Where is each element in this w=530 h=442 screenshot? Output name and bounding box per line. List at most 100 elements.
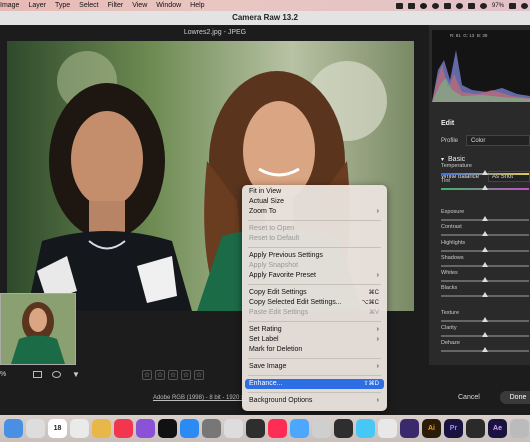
clock-icon[interactable]: [479, 2, 487, 9]
star-icon[interactable]: ☆: [155, 370, 165, 380]
messenger-icon[interactable]: [290, 419, 309, 438]
slider-knob[interactable]: [482, 231, 488, 236]
slider-knob[interactable]: [482, 262, 488, 267]
slider-tint[interactable]: Tint: [441, 178, 529, 192]
done-button[interactable]: Done: [500, 391, 530, 404]
slider-knob[interactable]: [482, 247, 488, 252]
premiere-icon[interactable]: Pr: [444, 419, 463, 438]
illustrator-icon[interactable]: Ai: [422, 419, 441, 438]
telegram-icon[interactable]: [356, 419, 375, 438]
activity-monitor-icon[interactable]: [334, 419, 353, 438]
thumbnail-image: [1, 294, 75, 364]
compare-icon[interactable]: [52, 371, 61, 378]
star-rating[interactable]: ☆ ☆ ☆ ☆ ☆: [142, 370, 204, 380]
slider-knob[interactable]: [482, 317, 488, 322]
menu-set-rating[interactable]: Set Rating ›: [242, 325, 387, 335]
app-store-icon[interactable]: [180, 419, 199, 438]
menu-save-image[interactable]: Save Image ›: [242, 362, 387, 372]
tv-icon[interactable]: [158, 419, 177, 438]
slider-label: Exposure: [441, 209, 465, 215]
slider-exposure[interactable]: Exposure: [441, 209, 529, 223]
filmstrip-thumbnail[interactable]: [0, 293, 76, 365]
photos-icon[interactable]: [92, 419, 111, 438]
star-icon[interactable]: ☆: [194, 370, 204, 380]
whatsapp-icon[interactable]: [419, 2, 427, 9]
contacts-icon[interactable]: [70, 419, 89, 438]
menu-type[interactable]: Type: [55, 2, 70, 9]
photoshop-icon[interactable]: [400, 419, 419, 438]
spotify-icon[interactable]: [268, 419, 287, 438]
menu-select[interactable]: Select: [79, 2, 98, 9]
star-icon[interactable]: ☆: [168, 370, 178, 380]
slider-label: Tint: [441, 178, 450, 184]
menu-enhance[interactable]: Enhance... ⇧⌘D: [245, 379, 384, 389]
battery-icon[interactable]: [509, 2, 516, 9]
slider-knob[interactable]: [482, 216, 488, 221]
system-preferences-icon[interactable]: [202, 419, 221, 438]
slider-dehaze[interactable]: Dehaze: [441, 340, 529, 354]
finder-icon[interactable]: [4, 419, 23, 438]
slider-knob[interactable]: [482, 347, 488, 352]
steam-icon[interactable]: [246, 419, 265, 438]
slider-texture[interactable]: Texture: [441, 310, 529, 324]
calendar-icon[interactable]: 18: [48, 419, 67, 438]
slider-temperature[interactable]: Temperature: [441, 163, 529, 177]
menu-filter[interactable]: Filter: [108, 2, 124, 9]
menu-reset-to-open: Reset to Open: [242, 224, 387, 234]
terminal-icon[interactable]: [312, 419, 331, 438]
cancel-button[interactable]: Cancel: [458, 394, 480, 401]
music-icon[interactable]: [114, 419, 133, 438]
star-icon[interactable]: ☆: [181, 370, 191, 380]
slider-whites[interactable]: Whites: [441, 270, 529, 284]
slider-label: Shadows: [441, 255, 464, 261]
notes-icon[interactable]: [378, 419, 397, 438]
slider-shadows[interactable]: Shadows: [441, 255, 529, 269]
podcasts-icon[interactable]: [136, 419, 155, 438]
menu-apply-favorite-preset[interactable]: Apply Favorite Preset ›: [242, 271, 387, 281]
slider-blacks[interactable]: Blacks: [441, 285, 529, 299]
grid-icon[interactable]: [443, 2, 451, 9]
zoom-level[interactable]: %: [0, 371, 6, 378]
basic-section-header[interactable]: ▾ Basic: [441, 156, 465, 163]
profile-select[interactable]: Color: [466, 135, 530, 146]
menu-zoom-to[interactable]: Zoom To ›: [242, 207, 387, 217]
menu-apply-previous-settings[interactable]: Apply Previous Settings: [242, 251, 387, 261]
menu-actual-size[interactable]: Actual Size: [242, 197, 387, 207]
display-icon[interactable]: [467, 2, 475, 9]
menu-help[interactable]: Help: [190, 2, 204, 9]
menu-background-options[interactable]: Background Options ›: [242, 396, 387, 406]
slider-clarity[interactable]: Clarity: [441, 325, 529, 339]
menu-image[interactable]: Image: [0, 2, 19, 9]
slider-knob[interactable]: [482, 292, 488, 297]
star-icon[interactable]: ☆: [142, 370, 152, 380]
menu-mark-for-deletion[interactable]: Mark for Deletion: [242, 345, 387, 355]
menu-window[interactable]: Window: [156, 2, 181, 9]
launchpad-icon[interactable]: [26, 419, 45, 438]
creative-cloud-icon[interactable]: [431, 2, 439, 9]
menu-layer[interactable]: Layer: [28, 2, 46, 9]
menu-set-label[interactable]: Set Label ›: [242, 335, 387, 345]
slider-highlights[interactable]: Highlights: [441, 240, 529, 254]
dropbox-icon[interactable]: [455, 2, 463, 9]
slider-knob[interactable]: [482, 170, 488, 175]
bookmark-icon[interactable]: [407, 2, 415, 9]
slider-contrast[interactable]: Contrast: [441, 224, 529, 238]
menu-copy-edit-settings[interactable]: Copy Edit Settings ⌘C: [242, 288, 387, 298]
menu-copy-selected-edit-settings[interactable]: Copy Selected Edit Settings... ⌥⌘C: [242, 298, 387, 308]
menu-paste-edit-settings: Paste Edit Settings ⌘V: [242, 308, 387, 318]
slider-knob[interactable]: [482, 332, 488, 337]
menu-view[interactable]: View: [132, 2, 147, 9]
screen-record-icon[interactable]: [395, 2, 403, 9]
after-effects-label: Ae: [493, 425, 502, 432]
app-icon[interactable]: [510, 419, 529, 438]
filter-icon[interactable]: ▼: [72, 370, 80, 379]
grid-app-icon[interactable]: [466, 419, 485, 438]
wifi-icon[interactable]: [521, 2, 528, 9]
slider-knob[interactable]: [482, 185, 488, 190]
filmstrip-view-icon[interactable]: [33, 371, 42, 378]
document-filename: Lowres2.jpg - JPEG: [183, 29, 247, 36]
menu-fit-in-view[interactable]: Fit in View: [242, 187, 387, 197]
slider-knob[interactable]: [482, 277, 488, 282]
chrome-icon[interactable]: [224, 419, 243, 438]
after-effects-icon[interactable]: Ae: [488, 419, 507, 438]
